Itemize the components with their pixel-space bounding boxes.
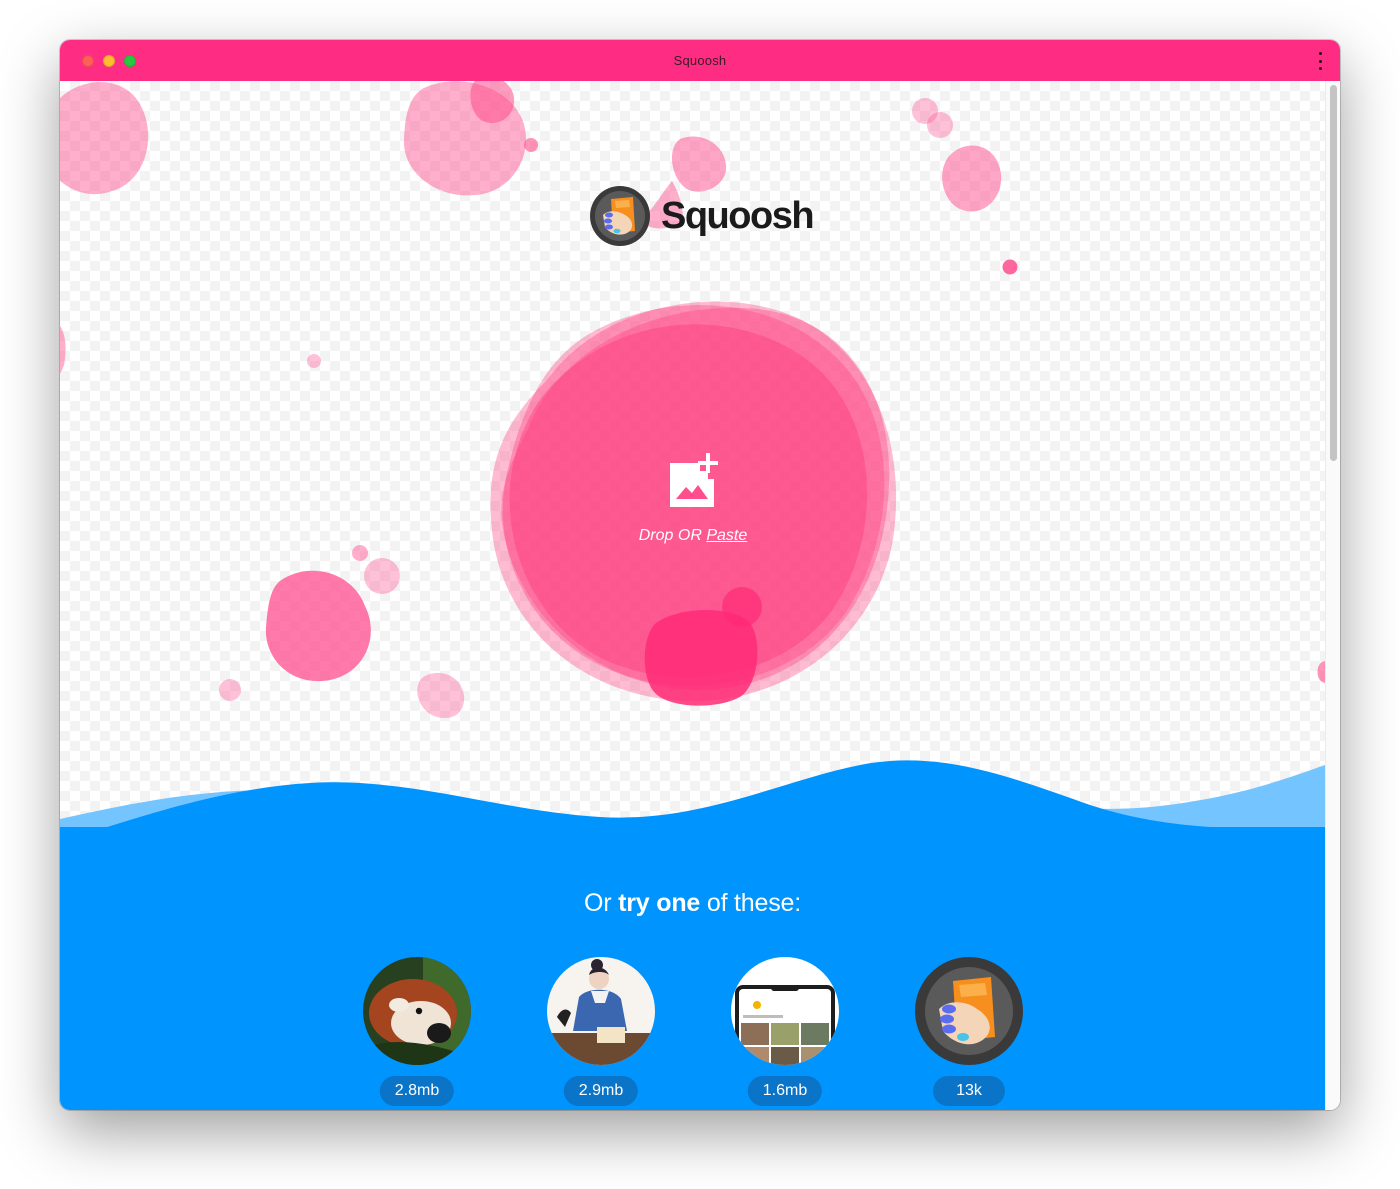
blob-left-edge bbox=[60, 326, 66, 374]
demo-device-screen[interactable]: 1.6mb bbox=[731, 957, 839, 1107]
paste-link[interactable]: Paste bbox=[706, 527, 747, 544]
vertical-scrollbar[interactable] bbox=[1325, 81, 1340, 1110]
demo-size-badge: 13k bbox=[933, 1076, 1005, 1106]
blob-dot-5 bbox=[219, 679, 241, 701]
demo-artwork-thumbnail bbox=[547, 957, 655, 1065]
blob-top-right bbox=[942, 145, 1002, 212]
demo-heading: Or try one of these: bbox=[60, 889, 1325, 918]
demo-red-panda-thumbnail bbox=[363, 957, 471, 1065]
demo-heading-prefix: Or bbox=[584, 889, 612, 917]
squoosh-logo: Squoosh bbox=[589, 184, 815, 248]
blob-top-left bbox=[60, 82, 149, 195]
scrollbar-thumb[interactable] bbox=[1330, 85, 1337, 461]
blob-dot-3 bbox=[352, 545, 368, 561]
demo-artwork[interactable]: 2.9mb bbox=[547, 957, 655, 1107]
blob-mid-left bbox=[265, 570, 371, 682]
blob-right-edge bbox=[1317, 661, 1325, 683]
kebab-menu-icon[interactable] bbox=[1316, 52, 1324, 70]
page-content: Squoosh Drop OR Paste Or try one of thes… bbox=[60, 81, 1325, 1110]
demo-size-badge: 2.9mb bbox=[563, 1076, 639, 1106]
logo-text: Squoosh bbox=[661, 194, 815, 237]
blob-top-right-b bbox=[927, 112, 953, 138]
demo-squoosh-logo-thumbnail bbox=[915, 957, 1023, 1065]
drop-label: Drop OR bbox=[638, 527, 702, 544]
demo-squoosh-logo[interactable]: 13k bbox=[915, 957, 1023, 1107]
blob-dot-red bbox=[1002, 259, 1018, 275]
squoosh-logo-icon bbox=[590, 186, 650, 246]
demo-heading-suffix: of these: bbox=[706, 889, 801, 917]
title-bar: Squoosh bbox=[60, 40, 1340, 81]
browser-window: Squoosh Squoosh Drop OR Paste Or try one… bbox=[60, 40, 1340, 1110]
blob-dot-1 bbox=[524, 138, 538, 152]
demo-size-badge: 2.8mb bbox=[379, 1076, 455, 1106]
demo-heading-emphasis: try one bbox=[618, 889, 701, 917]
demo-size-badge: 1.6mb bbox=[747, 1076, 823, 1106]
drop-text: Drop OR Paste bbox=[488, 527, 898, 545]
demo-list: 2.8mb 2.9mb 1.6mb 13k bbox=[60, 957, 1325, 1110]
demo-red-panda[interactable]: 2.8mb bbox=[363, 957, 471, 1107]
demo-device-screen-thumbnail bbox=[731, 957, 839, 1065]
drop-zone[interactable]: Drop OR Paste bbox=[488, 289, 898, 709]
blob-dot-4 bbox=[364, 558, 400, 594]
blob-dot-2 bbox=[307, 354, 321, 368]
add-image-icon bbox=[670, 453, 718, 507]
window-title: Squoosh bbox=[673, 53, 727, 68]
blob-lower-left bbox=[417, 672, 465, 719]
